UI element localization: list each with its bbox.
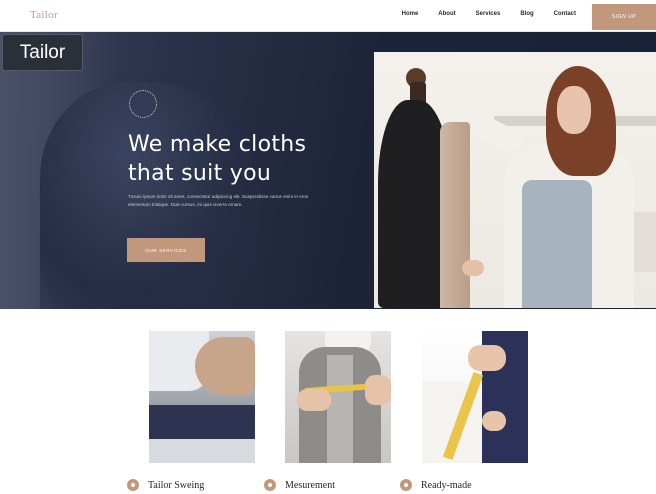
service-card-readymade-label[interactable]: Ready-made xyxy=(400,479,472,491)
hero-photo-tailor-mannequin xyxy=(374,52,656,308)
nav-link-contact[interactable]: Contact xyxy=(554,11,576,17)
hero-title: We make cloths that suit you xyxy=(128,130,368,188)
decorative-ring-icon xyxy=(129,90,157,118)
service-card-measurement-label[interactable]: Mesurement xyxy=(264,479,335,491)
hero-services-button[interactable]: OUR SERVICES xyxy=(127,238,205,262)
nav-link-blog[interactable]: Blog xyxy=(520,11,533,17)
service-card-sewing-image[interactable] xyxy=(149,331,255,463)
hero-title-line2: that suit you xyxy=(128,161,272,186)
hand-shape xyxy=(365,375,391,405)
hand-shape xyxy=(468,345,506,371)
template-name-tag: Tailor xyxy=(2,34,83,71)
hanger-icon xyxy=(400,479,412,491)
service-label-text: Ready-made xyxy=(421,479,472,491)
service-card-measurement-image[interactable] xyxy=(285,331,391,463)
brand-logo[interactable]: Tailor xyxy=(30,9,58,21)
photo-woman-hand xyxy=(462,260,484,276)
machine-base-shape xyxy=(149,439,255,463)
nav-link-about[interactable]: About xyxy=(438,11,455,17)
nav-links: Home About Services Blog Contact xyxy=(402,11,576,17)
nav-cta-button[interactable]: SIGN UP xyxy=(592,4,656,30)
top-navbar: Tailor Home About Services Blog Contact … xyxy=(0,0,656,32)
service-label-text: Tailor Sweing xyxy=(148,479,205,491)
needle-icon xyxy=(127,479,139,491)
service-card-readymade-image[interactable] xyxy=(422,331,528,463)
tape-icon xyxy=(264,479,276,491)
photo-woman-face xyxy=(557,86,591,134)
shirt-shape xyxy=(327,355,353,463)
service-card-sewing-label[interactable]: Tailor Sweing xyxy=(127,479,204,491)
nav-link-home[interactable]: Home xyxy=(402,11,419,17)
tailor-arm-shape xyxy=(195,337,255,395)
website-preview: Tailor Home About Services Blog Contact … xyxy=(0,0,656,494)
photo-woman-apron xyxy=(522,180,592,308)
hero-title-line1: We make cloths xyxy=(128,132,307,157)
nav-link-services[interactable]: Services xyxy=(476,11,501,17)
hand-shape xyxy=(297,389,331,411)
service-label-text: Mesurement xyxy=(285,479,335,491)
photo-fabric xyxy=(440,122,470,308)
hand-shape xyxy=(482,411,506,431)
hero-description: Tusum ipsum dolor sit amet, consectetur … xyxy=(128,194,309,207)
